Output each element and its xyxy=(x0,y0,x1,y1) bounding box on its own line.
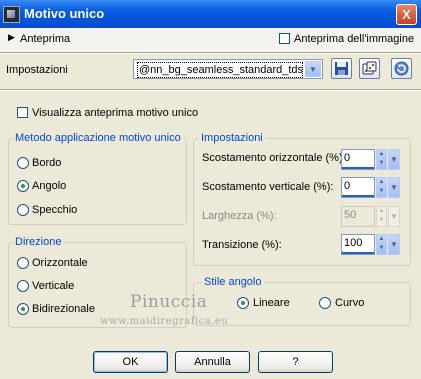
app-icon xyxy=(3,6,20,23)
method-radio-angolo[interactable] xyxy=(17,180,29,192)
cancel-button[interactable]: Annulla xyxy=(175,351,250,373)
visualize-preview-checkbox[interactable] xyxy=(17,107,28,118)
watermark-url: www.maidiregrafica.eu xyxy=(100,316,229,327)
direction-group-title: Direzione xyxy=(13,236,64,248)
direction-radio-verticale[interactable] xyxy=(17,280,29,292)
method-label-bordo[interactable]: Bordo xyxy=(32,157,61,169)
width-spinner: 50 ▲ ▼ ▼ xyxy=(341,206,400,227)
method-label-specchio[interactable]: Specchio xyxy=(32,204,77,216)
direction-radio-bidirezionale[interactable] xyxy=(17,303,29,315)
dice-icon xyxy=(362,61,377,75)
h-offset-label: Scostamento orizzontale (%): xyxy=(202,152,346,164)
presets-label: Impostazioni xyxy=(6,64,68,76)
spin-up-down-icon[interactable]: ▲ ▼ xyxy=(376,149,387,170)
transition-label: Transizione (%): xyxy=(202,239,282,251)
transition-spinner[interactable]: 100 ▲ ▼ ▼ xyxy=(341,234,400,255)
angle-label-lineare[interactable]: Lineare xyxy=(253,297,290,309)
direction-label-bidirezionale[interactable]: Bidirezionale xyxy=(32,303,95,315)
angle-radio-lineare[interactable] xyxy=(237,297,249,309)
close-button[interactable]: X xyxy=(396,4,417,25)
chevron-down-icon[interactable]: ▼ xyxy=(388,177,400,198)
chevron-down-icon: ▼ xyxy=(388,206,400,227)
width-input: 50 xyxy=(341,206,375,227)
expand-arrow-icon[interactable]: ▶ xyxy=(8,32,15,43)
reset-button[interactable] xyxy=(391,58,412,79)
spin-up-down-icon[interactable]: ▲ ▼ xyxy=(376,234,387,255)
angle-style-group-title: Stile angolo xyxy=(202,276,264,288)
preview-toggle-label[interactable]: Anteprima xyxy=(20,33,70,45)
window-title: Motivo unico xyxy=(24,6,105,21)
angle-label-curvo[interactable]: Curvo xyxy=(335,297,364,309)
watermark-name: Pinuccia xyxy=(130,292,208,312)
transition-slider-bar[interactable] xyxy=(342,252,374,254)
angle-radio-curvo[interactable] xyxy=(319,297,331,309)
method-label-angolo[interactable]: Angolo xyxy=(32,180,66,192)
method-group-title: Metodo applicazione motivo unico xyxy=(13,132,183,144)
spin-up-down-icon[interactable]: ▲ ▼ xyxy=(376,177,387,198)
width-label: Larghezza (%): xyxy=(202,210,277,222)
presets-dropdown[interactable]: @nn_bg_seamless_standard_tdst... ▼ xyxy=(133,59,323,79)
direction-label-orizzontale[interactable]: Orizzontale xyxy=(32,257,88,269)
chevron-down-icon[interactable]: ▼ xyxy=(388,234,400,255)
floppy-disk-icon xyxy=(335,62,348,75)
reset-icon xyxy=(394,61,409,76)
settings-group-title: Impostazioni xyxy=(199,132,265,144)
randomize-button[interactable] xyxy=(359,58,380,79)
h-offset-spinner[interactable]: 0 ▲ ▼ ▼ xyxy=(341,149,400,170)
save-preset-button[interactable] xyxy=(331,58,352,79)
direction-label-verticale[interactable]: Verticale xyxy=(32,280,74,292)
method-radio-specchio[interactable] xyxy=(17,204,29,216)
ok-button[interactable]: OK xyxy=(93,351,168,373)
spin-up-down-icon: ▲ ▼ xyxy=(376,206,387,227)
direction-radio-orizzontale[interactable] xyxy=(17,257,29,269)
method-radio-bordo[interactable] xyxy=(17,157,29,169)
v-offset-label: Scostamento verticale (%): xyxy=(202,181,334,193)
h-offset-slider-bar[interactable] xyxy=(342,167,374,169)
chevron-down-icon[interactable]: ▼ xyxy=(305,61,321,77)
image-preview-checkbox[interactable] xyxy=(279,33,290,44)
v-offset-slider-bar[interactable] xyxy=(342,195,374,197)
v-offset-spinner[interactable]: 0 ▲ ▼ ▼ xyxy=(341,177,400,198)
help-button[interactable]: ? xyxy=(258,351,333,373)
presets-dropdown-value: @nn_bg_seamless_standard_tdst... xyxy=(137,62,303,78)
separator-highlight xyxy=(0,53,421,54)
chevron-down-icon[interactable]: ▼ xyxy=(388,149,400,170)
separator-highlight xyxy=(0,90,421,91)
visualize-preview-label[interactable]: Visualizza anteprima motivo unico xyxy=(32,107,198,119)
image-preview-label[interactable]: Anteprima dell'immagine xyxy=(294,33,414,45)
